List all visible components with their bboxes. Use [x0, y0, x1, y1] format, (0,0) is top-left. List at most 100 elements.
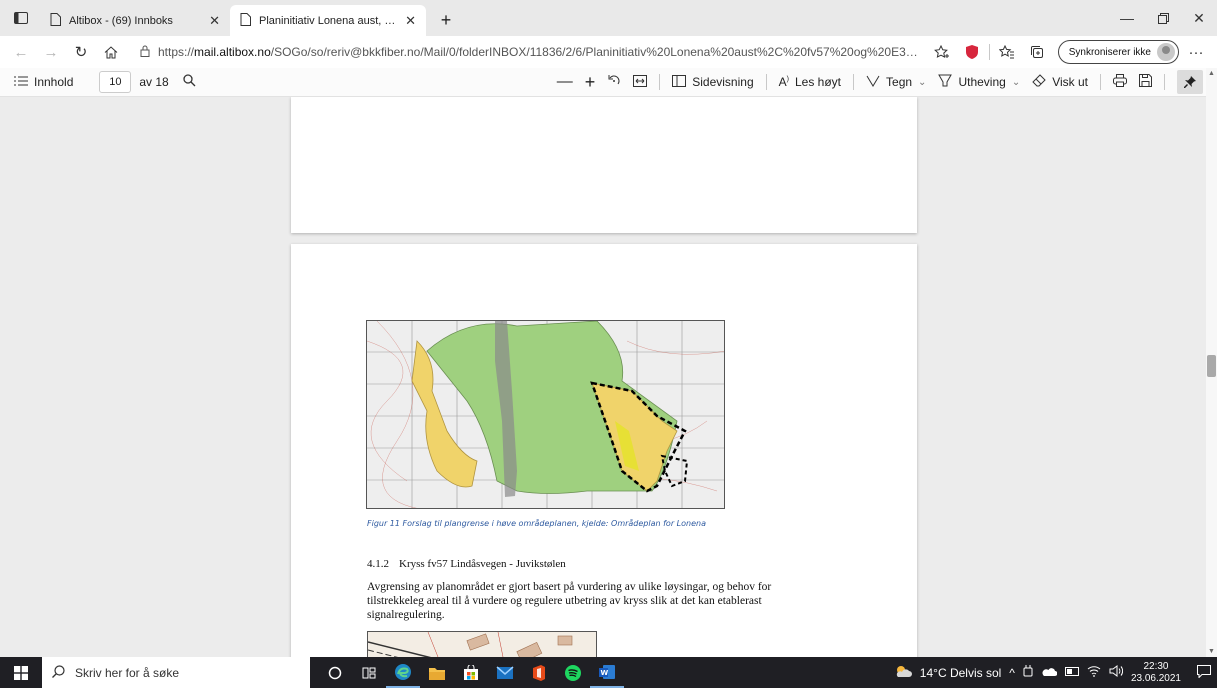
divider	[1164, 74, 1165, 90]
section-title: Kryss fv57 Lindåsvegen - Juvikstølen	[399, 558, 566, 570]
search-placeholder: Skriv her for å søke	[75, 665, 180, 680]
store-icon[interactable]	[454, 657, 488, 688]
erase-button[interactable]: Visk ut	[1032, 74, 1088, 90]
read-aloud-button[interactable]: A) Les høyt	[779, 75, 841, 89]
ublock-extension-icon[interactable]	[959, 39, 985, 65]
figure-caption: Figur 11 Forslag til plangrense i høve o…	[367, 519, 706, 528]
home-icon[interactable]	[98, 39, 124, 65]
vertical-scrollbar[interactable]: ▲ ▼	[1206, 68, 1217, 657]
draw-button[interactable]: Tegn ⌄	[866, 75, 926, 90]
more-icon[interactable]: ···	[1183, 39, 1209, 65]
sync-button[interactable]: Synkroniserer ikke	[1057, 40, 1179, 64]
erase-label: Visk ut	[1052, 75, 1088, 89]
volume-icon[interactable]	[1109, 665, 1124, 680]
address-field[interactable]: https://mail.altibox.no/SOGo/so/reriv@bk…	[134, 39, 925, 65]
word-icon[interactable]: W	[590, 657, 624, 688]
tab-altibox[interactable]: Altibox - (69) Innboks ✕	[40, 5, 230, 36]
body-paragraph: Avgrensing av planområdet er gjort baser…	[367, 580, 827, 622]
body-line: signalregulering.	[367, 609, 445, 621]
tab-title: Planinitiativ Lonena aust, fv57 og	[259, 14, 397, 27]
highlight-button[interactable]: Utheving ⌄	[938, 74, 1020, 90]
rotate-icon[interactable]	[607, 74, 621, 91]
close-icon[interactable]: ✕	[405, 13, 416, 29]
close-window-icon[interactable]: ✕	[1181, 0, 1217, 36]
page-number-input[interactable]: 10	[99, 71, 132, 93]
scroll-down-icon[interactable]: ▼	[1208, 648, 1215, 655]
read-aloud-label: Les høyt	[794, 75, 842, 89]
highlight-icon	[938, 74, 953, 90]
page-icon	[50, 12, 61, 29]
back-icon[interactable]: ←	[8, 39, 34, 65]
section-heading: 4.1.2 Kryss fv57 Lindåsvegen - Juvikstøle…	[367, 558, 566, 570]
sync-label: Synkroniserer ikke	[1068, 46, 1151, 58]
page-view-icon	[672, 74, 687, 90]
refresh-icon[interactable]: ↻	[68, 39, 94, 65]
clock-date: 23.06.2021	[1130, 672, 1181, 684]
windows-start-icon[interactable]	[0, 657, 42, 688]
edge-icon[interactable]	[386, 657, 420, 688]
read-aloud-icon: A)	[778, 75, 789, 89]
minimize-icon[interactable]: —	[1109, 0, 1145, 36]
eraser-icon	[1032, 74, 1046, 90]
battery-plug-icon[interactable]	[1023, 665, 1033, 680]
chevron-down-icon[interactable]: ⌄	[918, 77, 926, 88]
draw-icon	[866, 75, 880, 90]
favorites-icon[interactable]	[994, 39, 1020, 65]
office-icon[interactable]	[522, 657, 556, 688]
svg-text:W: W	[601, 669, 609, 677]
tab-actions-icon[interactable]	[6, 3, 36, 33]
wifi-icon[interactable]	[1087, 665, 1101, 680]
draw-label: Tegn	[886, 75, 913, 89]
window-controls: — ✕	[1109, 0, 1217, 36]
add-favorite-icon[interactable]	[929, 39, 955, 65]
page-icon	[240, 12, 251, 29]
file-explorer-icon[interactable]	[420, 657, 454, 688]
junction-map-image	[367, 631, 597, 657]
spotify-icon[interactable]	[556, 657, 590, 688]
print-icon[interactable]	[1113, 74, 1127, 90]
scrollbar-thumb[interactable]	[1207, 355, 1216, 377]
body-line: tilstrekkeleg areal til å vurdere og reg…	[367, 595, 762, 607]
cortana-icon[interactable]	[318, 657, 352, 688]
page-total: av 18	[139, 75, 169, 89]
collections-icon[interactable]	[1024, 39, 1050, 65]
task-view-icon[interactable]	[352, 657, 386, 688]
zoom-in-icon[interactable]: +	[585, 72, 596, 93]
pin-toolbar-icon[interactable]	[1177, 70, 1203, 94]
taskbar-search-box[interactable]: Skriv her for å søke	[42, 657, 310, 688]
mail-icon[interactable]	[488, 657, 522, 688]
lock-icon	[140, 45, 150, 60]
avatar	[1157, 43, 1175, 61]
contents-label: Innhold	[34, 75, 74, 89]
body-line: Avgrensing av planområdet er gjort baser…	[367, 581, 772, 593]
pdf-viewer[interactable]: Figur 11 Forslag til plangrense i høve o…	[0, 97, 1206, 657]
scroll-up-icon[interactable]: ▲	[1208, 70, 1215, 77]
list-icon	[14, 75, 28, 89]
new-tab-button[interactable]: +	[432, 6, 460, 34]
restore-icon[interactable]	[1145, 0, 1181, 36]
fit-page-icon[interactable]	[633, 74, 648, 90]
close-icon[interactable]: ✕	[209, 13, 220, 29]
search-icon[interactable]	[183, 74, 196, 90]
tab-planinitiativ[interactable]: Planinitiativ Lonena aust, fv57 og ✕	[230, 5, 426, 36]
page-view-button[interactable]: Sidevisning	[672, 74, 754, 90]
weather-text[interactable]: 14°C Delvis sol	[920, 666, 1002, 680]
highlight-label: Utheving	[958, 75, 1006, 89]
section-number: 4.1.2	[367, 558, 389, 570]
save-icon[interactable]	[1139, 74, 1152, 90]
system-clock[interactable]: 22:30 23.06.2021	[1131, 661, 1181, 685]
windows-taskbar: Skriv her for å søke W 14°C Delvis sol ^…	[0, 657, 1217, 688]
divider	[853, 74, 855, 90]
contents-button[interactable]: Innhold	[14, 75, 73, 89]
pdf-page-current: Figur 11 Forslag til plangrense i høve o…	[291, 244, 917, 657]
zoom-out-icon[interactable]: —	[557, 73, 573, 91]
notification-icon[interactable]	[1197, 664, 1211, 681]
pdf-toolbar: Innhold 10 av 18 — + Sidevisning A) Les …	[0, 68, 1217, 97]
chevron-down-icon[interactable]: ⌄	[1012, 77, 1020, 88]
chevron-up-icon[interactable]: ^	[1009, 666, 1015, 680]
divider	[659, 74, 661, 90]
display-icon[interactable]	[1064, 666, 1079, 680]
onedrive-icon[interactable]	[1041, 666, 1058, 680]
weather-icon[interactable]	[894, 664, 912, 681]
forward-icon[interactable]: →	[38, 39, 64, 65]
